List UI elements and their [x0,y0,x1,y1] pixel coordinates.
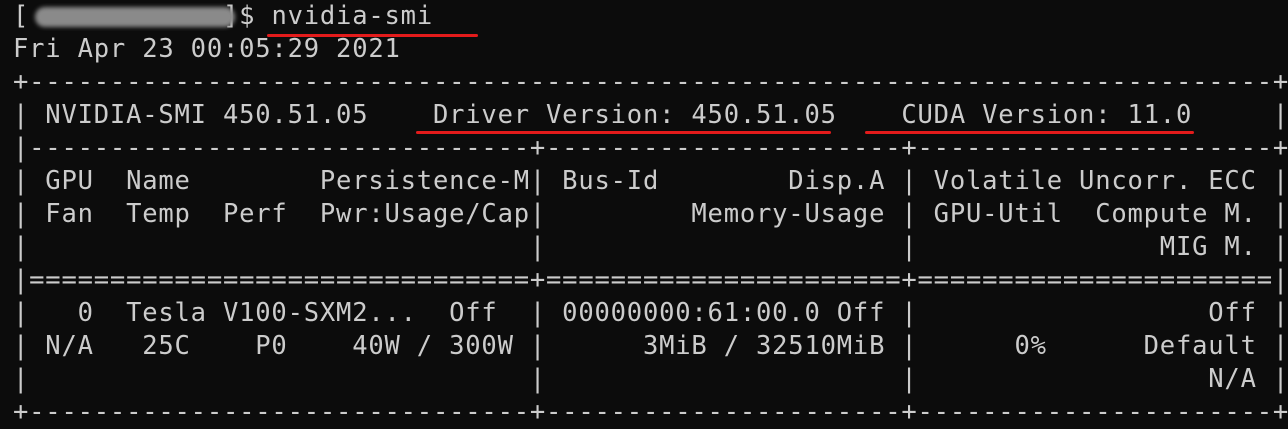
output-line: +-------------------------------+-------… [13,397,1288,427]
date-line: Fri Apr 23 00:05:29 2021 [13,34,401,64]
output-line: | 0 Tesla V100-SXM2... Off | 00000000:61… [13,298,1288,328]
output-line: | | | MIG M. | [13,232,1288,262]
command-highlight-underline [267,34,478,37]
command-text: nvidia-smi [271,1,433,31]
driver-version-highlight-underline [416,131,831,134]
cuda-version-highlight-underline [865,131,1194,134]
output-line: | Fan Temp Perf Pwr:Usage/Cap| Memory-Us… [13,199,1288,229]
output-line: |===============================+=======… [13,265,1288,295]
output-line: | GPU Name Persistence-M| Bus-Id Disp.A … [13,166,1288,196]
output-line: | N/A 25C P0 40W / 300W | 3MiB / 32510Mi… [13,331,1288,361]
prompt-open: [ [13,1,30,31]
terminal-window[interactable]: [ ~]$ nvidia-smi Fri Apr 23 00:05:29 202… [13,0,1288,427]
output-line: | NVIDIA-SMI 450.51.05 Driver Version: 4… [13,100,1288,130]
redacted-hostname [35,7,235,27]
output-line: | | | N/A | [13,364,1288,394]
output-line: |-------------------------------+-------… [13,133,1288,163]
output-line: +---------------------------------------… [13,67,1288,97]
